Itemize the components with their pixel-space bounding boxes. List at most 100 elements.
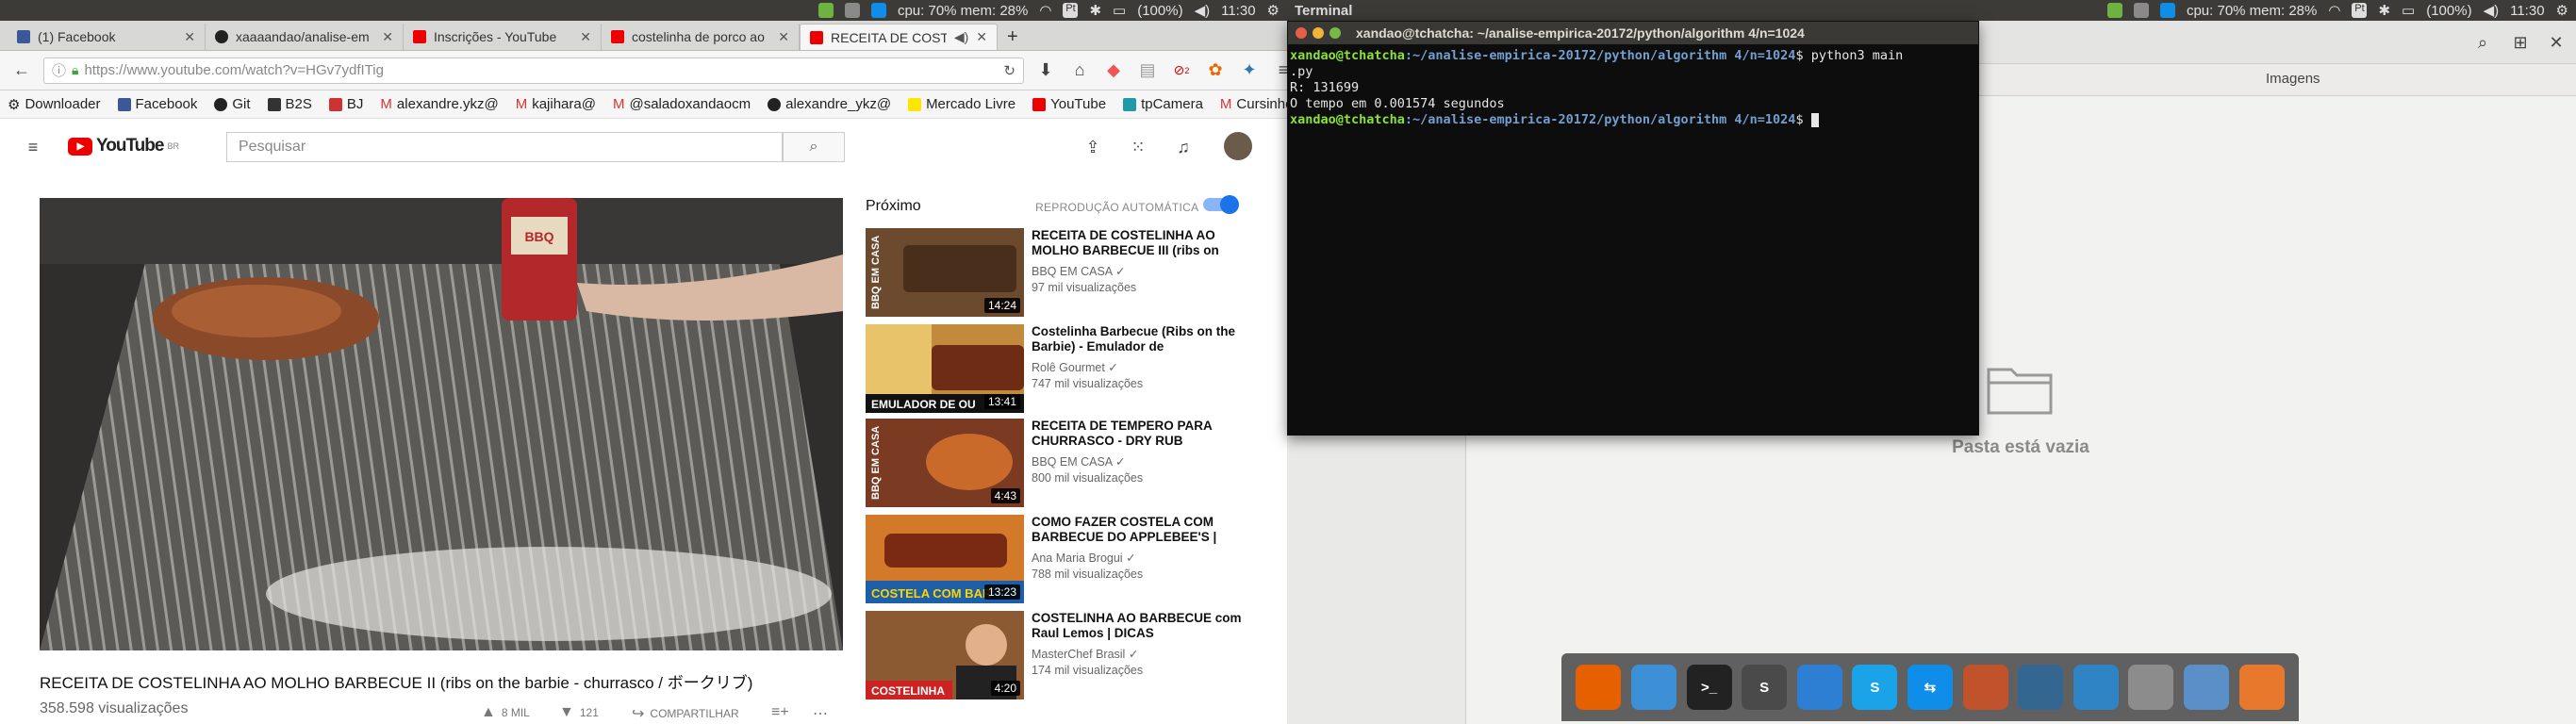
autoplay-toggle[interactable] bbox=[1203, 195, 1239, 214]
hamburger-menu-icon[interactable]: ≡ bbox=[21, 135, 45, 159]
thumbnail[interactable]: EMULADOR DE OU 13:41 bbox=[866, 324, 1024, 413]
suggestion-channel[interactable]: BBQ EM CASA ✓ bbox=[1032, 454, 1125, 469]
share-button[interactable]: ↪ COMPARTILHAR bbox=[632, 704, 739, 723]
bookmark-cursinho[interactable]: MCursinho bbox=[1220, 96, 1287, 112]
close-icon[interactable]: ✕ bbox=[382, 29, 393, 45]
suggestion-title[interactable]: Costelinha Barbecue (Ribs on the Barbie)… bbox=[1032, 324, 1262, 354]
bookmark-facebook[interactable]: Facebook bbox=[117, 96, 197, 112]
bookmark-tpcamera[interactable]: tpCamera bbox=[1123, 96, 1203, 112]
close-icon[interactable]: ✕ bbox=[778, 29, 789, 45]
terminal-output[interactable]: xandao@tchatcha:~/analise-empirica-20172… bbox=[1288, 44, 1978, 435]
suggestion-item[interactable]: BBQ EM CASA 14:24 RECEITA DE COSTELINHA … bbox=[866, 228, 1262, 317]
wifi-icon[interactable]: ◠ bbox=[2328, 2, 2340, 19]
new-tab-button[interactable]: + bbox=[998, 24, 1030, 50]
skype-icon[interactable]: S bbox=[1852, 665, 1898, 710]
extension-icon[interactable]: ▤ bbox=[1135, 58, 1160, 83]
tab-github[interactable]: xaaaandao/analise-em ✕ bbox=[206, 24, 404, 50]
terminal-titlebar[interactable]: xandao@tchatcha: ~/analise-empirica-2017… bbox=[1288, 22, 1978, 44]
extension-badge-icon[interactable]: ⊘ 2 bbox=[1169, 58, 1194, 83]
suggestion-title[interactable]: RECEITA DE COSTELINHA AO MOLHO BARBECUE … bbox=[1032, 228, 1262, 258]
bookmark-gmail-2[interactable]: Mkajihara@ bbox=[516, 96, 596, 112]
suggestion-item[interactable]: BBQ EM CASA 4:43 RECEITA DE TEMPERO PARA… bbox=[866, 419, 1262, 507]
search-icon[interactable]: ⌕ bbox=[2470, 30, 2495, 55]
virtualbox-icon[interactable] bbox=[2184, 665, 2229, 710]
thumbnail[interactable]: COSTELA COM BAR 13:23 bbox=[866, 515, 1024, 603]
clock[interactable]: 11:30 bbox=[1221, 3, 1255, 19]
keyboard-layout-icon[interactable]: Pt bbox=[2352, 3, 2368, 18]
maximize-window-icon[interactable] bbox=[1329, 27, 1341, 39]
suggestion-item[interactable]: EMULADOR DE OU 13:41 Costelinha Barbecue… bbox=[866, 324, 1262, 413]
tab-youtube-video[interactable]: RECEITA DE COSTEL◀)✕ bbox=[800, 24, 998, 50]
battery-text[interactable]: (100%) bbox=[1137, 3, 1182, 19]
close-icon[interactable]: ✕ bbox=[976, 29, 987, 45]
tab-facebook[interactable]: (1) Facebook ✕ bbox=[8, 24, 206, 50]
bookmark-downloader[interactable]: ⚙ Downloader bbox=[8, 96, 101, 113]
close-icon[interactable]: ✕ bbox=[580, 29, 591, 45]
bookmark-github-2[interactable]: alexandre_ykz@ bbox=[768, 96, 891, 112]
download-icon[interactable]: ⬇ bbox=[1033, 58, 1058, 83]
speaker-icon[interactable]: ◀) bbox=[954, 29, 968, 45]
bluetooth-icon[interactable]: ✱ bbox=[1089, 2, 1101, 19]
apps-grid-icon[interactable]: ⁙ bbox=[1126, 135, 1150, 159]
status-check-icon[interactable] bbox=[817, 3, 834, 18]
terminal-icon[interactable]: >_ bbox=[1686, 665, 1732, 710]
dropbox-icon[interactable] bbox=[1796, 665, 1842, 710]
gitkraken-icon[interactable] bbox=[2238, 665, 2285, 710]
search-input[interactable]: Pesquisar bbox=[226, 132, 783, 162]
suggestion-item[interactable]: COSTELINHA 4:20 COSTELINHA AO BARBECUE c… bbox=[866, 611, 1262, 699]
more-actions-button[interactable]: ⋯ bbox=[813, 704, 828, 723]
firefox-icon[interactable] bbox=[1576, 665, 1622, 710]
add-to-playlist-button[interactable]: ≡+ bbox=[771, 704, 789, 721]
scanner-icon[interactable] bbox=[2128, 665, 2174, 710]
battery-icon[interactable]: ▭ bbox=[1113, 2, 1126, 19]
sysmon-text[interactable]: cpu: 70% mem: 28% bbox=[898, 3, 1028, 19]
reload-icon[interactable]: ↻ bbox=[1003, 62, 1016, 79]
volume-icon[interactable]: ◀) bbox=[1195, 2, 1211, 19]
close-icon[interactable]: ✕ bbox=[2544, 30, 2568, 55]
minimize-window-icon[interactable] bbox=[1313, 27, 1324, 39]
finder-icon[interactable] bbox=[1630, 665, 1676, 710]
extension-icon[interactable]: ◆ bbox=[1101, 58, 1126, 83]
suggestion-channel[interactable]: BBQ EM CASA ✓ bbox=[1032, 264, 1125, 278]
thumbnail[interactable]: BBQ EM CASA 14:24 bbox=[866, 228, 1024, 317]
bookmark-gmail-3[interactable]: M @saladoxandaocm bbox=[613, 96, 751, 112]
battery-icon[interactable]: ▭ bbox=[2402, 2, 2415, 19]
tab-youtube-search[interactable]: costelinha de porco ao ✕ bbox=[602, 24, 800, 50]
tools-icon[interactable] bbox=[2133, 3, 2149, 18]
upload-icon[interactable]: ⇪ bbox=[1081, 135, 1105, 159]
tools-icon[interactable] bbox=[844, 3, 860, 18]
bookmark-b2s[interactable]: B2S bbox=[267, 96, 312, 112]
suggestion-title[interactable]: RECEITA DE TEMPERO PARA CHURRASCO - DRY … bbox=[1032, 419, 1262, 449]
settings-gear-icon[interactable]: ⚙ bbox=[2556, 2, 2568, 19]
close-icon[interactable]: ✕ bbox=[184, 29, 195, 45]
teamviewer-tray-icon[interactable] bbox=[870, 3, 886, 18]
extension-icon[interactable]: ✿ bbox=[1203, 58, 1228, 83]
thumbnail[interactable]: COSTELINHA 4:20 bbox=[866, 611, 1024, 699]
info-icon[interactable]: ⓘ bbox=[52, 60, 66, 80]
suggestion-channel[interactable]: Ana Maria Brogui ✓ bbox=[1032, 551, 1136, 565]
postgresql-icon[interactable] bbox=[2018, 665, 2064, 710]
wifi-icon[interactable]: ◠ bbox=[1039, 2, 1051, 19]
youtube-logo[interactable]: ▶ YouTube BR bbox=[68, 136, 179, 156]
url-text[interactable]: https://www.youtube.com/watch?v=HGv7ydfI… bbox=[84, 62, 998, 78]
suggestion-channel[interactable]: Rolê Gourmet ✓ bbox=[1032, 360, 1118, 374]
bookmark-youtube[interactable]: YouTube bbox=[1032, 96, 1106, 112]
video-player[interactable]: BBQ bbox=[40, 198, 843, 650]
battery-text[interactable]: (100%) bbox=[2426, 3, 2471, 19]
like-button[interactable]: ▲ 8 MIL bbox=[481, 704, 530, 721]
teamviewer-icon[interactable]: ⇆ bbox=[1907, 665, 1953, 710]
clock[interactable]: 11:30 bbox=[2510, 3, 2544, 19]
avatar[interactable] bbox=[1224, 132, 1252, 160]
status-check-icon[interactable] bbox=[2106, 3, 2122, 18]
suggestion-channel[interactable]: MasterChef Brasil ✓ bbox=[1032, 647, 1138, 661]
keyboard-layout-icon[interactable]: Pt bbox=[1063, 3, 1079, 18]
grid-view-icon[interactable]: ⊞ bbox=[2508, 30, 2533, 55]
suggestion-title[interactable]: COSTELINHA AO BARBECUE com Raul Lemos | … bbox=[1032, 611, 1262, 641]
terminal-window[interactable]: xandao@tchatcha: ~/analise-empirica-2017… bbox=[1287, 21, 1979, 436]
extension-icon[interactable]: ✦ bbox=[1237, 58, 1262, 83]
bluetooth-icon[interactable]: ✱ bbox=[2378, 2, 2390, 19]
settings-gear-icon[interactable]: ⚙ bbox=[1267, 2, 1280, 19]
tab-youtube-subscriptions[interactable]: Inscrições - YouTube ✕ bbox=[404, 24, 602, 50]
bookmark-git[interactable]: Git bbox=[214, 96, 251, 112]
bookmark-bj[interactable]: BJ bbox=[328, 96, 363, 112]
